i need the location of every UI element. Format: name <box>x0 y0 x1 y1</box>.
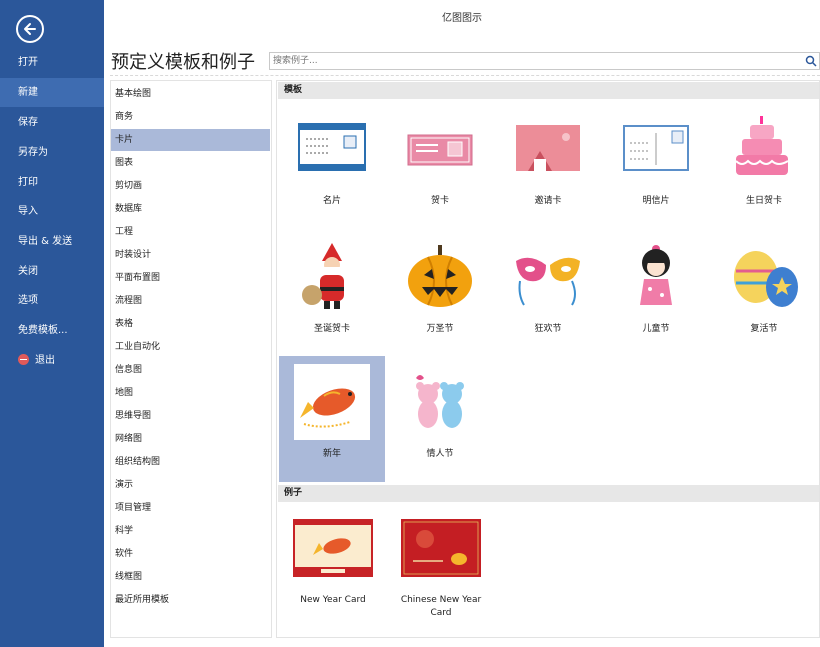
category-card[interactable]: 卡片 <box>111 129 270 151</box>
carp-fish-icon <box>294 364 370 440</box>
example-tile[interactable]: New Year Card <box>287 519 379 607</box>
category-business[interactable]: 商务 <box>111 106 270 128</box>
category-science[interactable]: 科学 <box>111 520 270 542</box>
carnival-mask-icon <box>516 257 580 306</box>
teddy-bears-icon <box>416 375 464 428</box>
exit-icon <box>18 353 29 365</box>
category-engineering[interactable]: 工程 <box>111 221 270 243</box>
category-network[interactable]: 网络图 <box>111 428 270 450</box>
nav-save-as[interactable]: 另存为 <box>0 138 104 167</box>
category-chart[interactable]: 图表 <box>111 152 270 174</box>
category-database[interactable]: 数据库 <box>111 198 270 220</box>
nav-save[interactable]: 保存 <box>0 108 104 137</box>
template-tile[interactable]: 万圣节 <box>387 231 493 357</box>
category-fashion-design[interactable]: 时装设计 <box>111 244 270 266</box>
category-flowchart[interactable]: 流程图 <box>111 290 270 312</box>
greeting-card-icon <box>407 134 473 166</box>
search-input[interactable] <box>270 53 790 69</box>
example-tile[interactable]: Chinese New Year Card <box>395 519 487 620</box>
back-button[interactable] <box>16 15 44 43</box>
easter-egg-icon <box>734 251 798 307</box>
example-label: New Year Card <box>300 595 366 605</box>
doll-icon <box>640 245 672 305</box>
nav-export-send[interactable]: 导出 & 发送 <box>0 227 104 256</box>
template-label: 情人节 <box>426 449 454 459</box>
template-tile[interactable]: 明信片 <box>603 103 709 229</box>
pumpkin-icon <box>408 245 472 307</box>
template-tile[interactable]: 贺卡 <box>387 103 493 229</box>
template-label: 贺卡 <box>430 196 449 206</box>
category-mind-map[interactable]: 思维导图 <box>111 405 270 427</box>
template-label: 儿童节 <box>642 324 670 334</box>
category-table[interactable]: 表格 <box>111 313 270 335</box>
backstage-nav: 打开 新建 保存 另存为 打印 导入 导出 & 发送 关闭 选项 免费模板...… <box>0 0 104 647</box>
template-tile[interactable]: 圣诞贺卡 <box>279 231 385 357</box>
category-presentation[interactable]: 演示 <box>111 474 270 496</box>
template-label: 复活节 <box>750 324 778 334</box>
category-infographic[interactable]: 信息图 <box>111 359 270 381</box>
nav-free-templates[interactable]: 免费模板... <box>0 316 104 345</box>
new-year-card-thumbnail <box>293 519 373 577</box>
nav-options[interactable]: 选项 <box>0 286 104 315</box>
category-recent-templates[interactable]: 最近所用模板 <box>111 589 270 611</box>
postcard-icon <box>623 125 689 171</box>
template-tile[interactable]: 名片 <box>279 103 385 229</box>
nav-open[interactable]: 打开 <box>0 48 104 77</box>
invitation-card-icon <box>516 125 580 171</box>
back-arrow-icon <box>24 23 36 35</box>
category-map[interactable]: 地图 <box>111 382 270 404</box>
template-tile[interactable]: 邀请卡 <box>495 103 601 229</box>
examples-header: 例子 <box>278 485 819 502</box>
example-label: Chinese New Year Card <box>400 595 482 618</box>
app-window: 打开 新建 保存 另存为 打印 导入 导出 & 发送 关闭 选项 免费模板...… <box>0 0 820 647</box>
category-floor-plan[interactable]: 平面布置图 <box>111 267 270 289</box>
templates-header: 模板 <box>278 82 819 99</box>
category-software[interactable]: 软件 <box>111 543 270 565</box>
template-label: 邀请卡 <box>534 196 562 206</box>
nav-close[interactable]: 关闭 <box>0 257 104 286</box>
template-tile[interactable]: 狂欢节 <box>495 231 601 357</box>
nav-import[interactable]: 导入 <box>0 197 104 226</box>
template-tile[interactable]: 情人节 <box>387 356 493 482</box>
nav-new[interactable]: 新建 <box>0 78 104 107</box>
template-label: 生日贺卡 <box>745 196 782 206</box>
business-card-icon <box>298 123 366 171</box>
birthday-cake-icon <box>735 116 789 175</box>
category-project-management[interactable]: 项目管理 <box>111 497 270 519</box>
category-clipart[interactable]: 剪切画 <box>111 175 270 197</box>
template-tile[interactable]: 复活节 <box>711 231 817 357</box>
window-title: 亿图图示 <box>442 13 482 24</box>
nav-print[interactable]: 打印 <box>0 168 104 197</box>
category-basic-drawing[interactable]: 基本绘图 <box>111 83 270 105</box>
template-label: 狂欢节 <box>534 324 562 334</box>
page-title: 预定义模板和例子 <box>111 52 255 73</box>
template-label: 名片 <box>322 196 341 206</box>
template-label: 万圣节 <box>426 324 454 334</box>
search-box <box>269 52 820 70</box>
template-label: 新年 <box>322 449 341 459</box>
template-label: 明信片 <box>642 196 670 206</box>
template-tile[interactable]: 生日贺卡 <box>711 103 817 229</box>
nav-exit[interactable]: 退出 <box>0 346 104 375</box>
category-list: 基本绘图 商务 卡片 图表 剪切画 数据库 工程 时装设计 平面布置图 流程图 … <box>110 80 272 638</box>
santa-claus-icon <box>302 243 344 309</box>
search-icon[interactable] <box>805 55 817 67</box>
template-label: 圣诞贺卡 <box>313 324 350 334</box>
nav-exit-label: 退出 <box>35 355 55 366</box>
template-tile[interactable]: 新年 <box>279 356 385 482</box>
category-org-chart[interactable]: 组织结构图 <box>111 451 270 473</box>
divider <box>110 75 820 76</box>
category-industrial-automation[interactable]: 工业自动化 <box>111 336 270 358</box>
template-tile[interactable]: 儿童节 <box>603 231 709 357</box>
category-wireframe[interactable]: 线框图 <box>111 566 270 588</box>
template-panel: 模板 名片 贺卡 邀请卡 明信片 生日贺卡 圣诞贺卡 万圣节 狂欢节 儿童节 复… <box>276 80 820 638</box>
chinese-new-year-card-thumbnail <box>401 519 481 577</box>
